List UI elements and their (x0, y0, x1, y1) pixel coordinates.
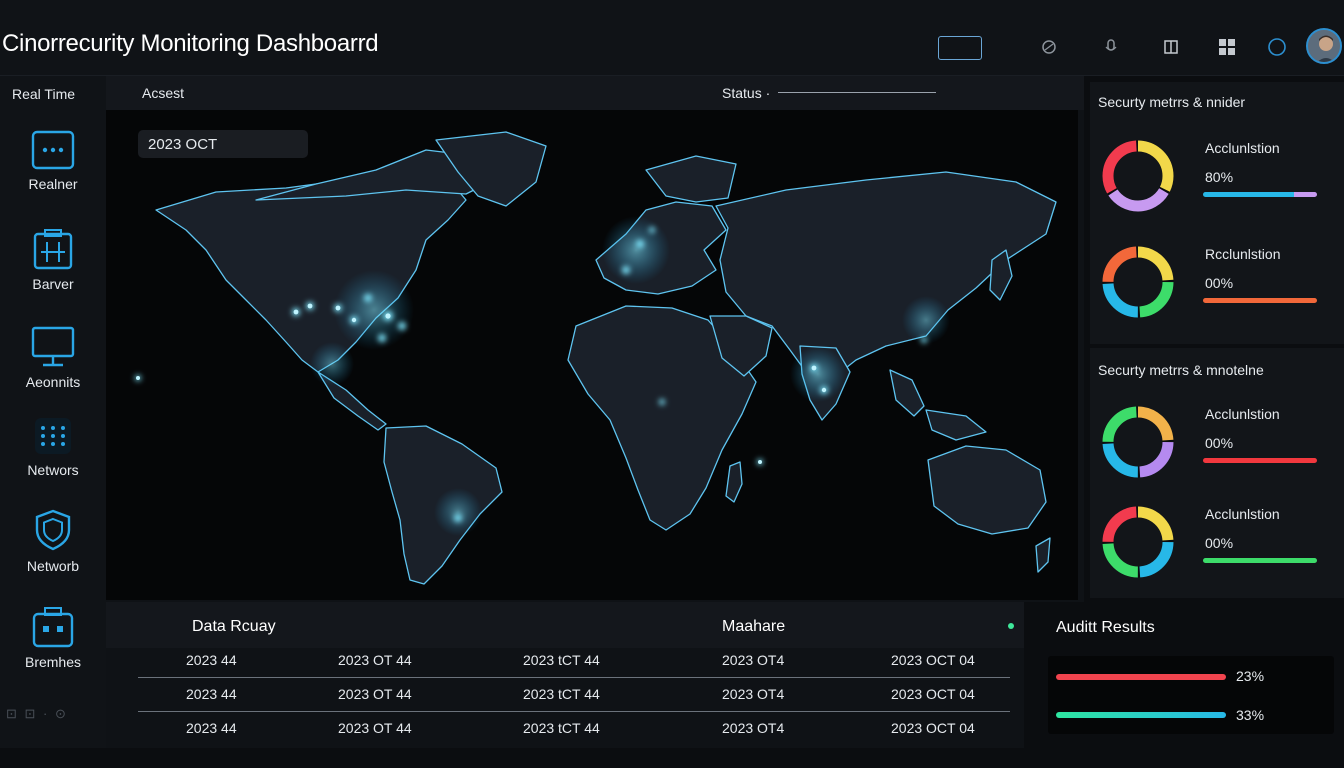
dot-grid-icon (35, 418, 71, 454)
sidebar-item-realner[interactable]: Realner (0, 130, 106, 220)
metric-bar (1203, 192, 1317, 197)
audit-bars: 23% 33% (1048, 656, 1334, 734)
circle-icon[interactable] (1266, 36, 1288, 58)
access-label: Acsest (142, 85, 185, 101)
display-icon (31, 326, 75, 367)
table-cell: 2023 44 (186, 652, 237, 668)
sidebar-item-label: Networb (26, 558, 80, 574)
world-map[interactable]: 2023 OCT (106, 110, 1078, 600)
top-header: Cinorrecurity Monitoring Dashboarrd (0, 0, 1344, 76)
table-cell: 2023 OCT 04 (891, 720, 975, 736)
audit-results-panel: Auditt Results 23% 33% (1024, 602, 1344, 748)
metric-bar (1203, 558, 1317, 563)
metric-value: 00% (1205, 275, 1234, 291)
table-cell: 2023 tCT 44 (523, 652, 600, 668)
server-icon (33, 229, 73, 270)
table-column-title[interactable]: Data Rcuay (192, 618, 276, 636)
grid-icon[interactable] (1216, 36, 1238, 58)
date-filter-chip[interactable]: 2023 OCT (138, 130, 308, 158)
table-row[interactable]: 2023 44 2023 OT 44 2023 tCT 44 2023 OT4 … (138, 678, 1010, 712)
sidebar-item-networs[interactable]: Networs (0, 416, 106, 506)
sidebar-item-networb[interactable]: Networb (0, 508, 106, 598)
section-title: Securty metrrs & nnider (1098, 94, 1246, 110)
donut-chart (1102, 406, 1174, 478)
data-table-panel: Data Rcuay Maahare 2023 44 2023 OT 44 20… (106, 602, 1024, 748)
monitor-dots-icon (31, 130, 75, 170)
table-cell: 2023 tCT 44 (523, 686, 600, 702)
microphone-icon[interactable] (1100, 36, 1122, 58)
table-cell: 2023 OT4 (722, 652, 785, 668)
table-cell: 2023 OT 44 (338, 652, 412, 668)
donut-chart (1102, 506, 1174, 578)
table-cell: 2023 OT4 (722, 720, 785, 736)
metric-label: Acclunlstion (1205, 406, 1280, 422)
table-cell: 2023 OT4 (722, 686, 785, 702)
audit-bar (1056, 712, 1226, 718)
table-cell: 2023 tCT 44 (523, 720, 600, 736)
table-cell: 2023 44 (186, 720, 237, 736)
sidebar-item-barver[interactable]: Barver (0, 228, 106, 318)
table-cell: 2023 OT 44 (338, 720, 412, 736)
sidebar-footer-icons: ⊡ ⊡ · ⊙ (6, 706, 68, 721)
map-header: Acsest Status · (106, 76, 1084, 110)
shield-icon (35, 509, 71, 551)
sidebar-item-label: Barver (32, 276, 74, 292)
sidebar-item-label: Realner (28, 176, 78, 192)
status-label: Status · (722, 85, 771, 101)
sidebar-item-aeonnits[interactable]: Aeonnits (0, 326, 106, 416)
case-icon (32, 607, 74, 648)
metric-value: 80% (1205, 169, 1234, 185)
avatar[interactable] (1306, 28, 1342, 64)
security-metrics-panel: Securty metrrs & nnider Acclunlstion 80%… (1084, 76, 1344, 602)
donut-chart (1102, 140, 1174, 212)
metric-label: Acclunlstion (1205, 506, 1280, 522)
sidebar-item-label: Aeonnits (25, 374, 81, 390)
world-map-panel: Acsest Status · 2023 OCT (106, 76, 1084, 602)
status-indicator-line (778, 92, 936, 93)
audit-value: 23% (1236, 668, 1265, 684)
metric-bar (1203, 298, 1317, 303)
table-header: Data Rcuay Maahare (106, 602, 1024, 648)
metric-card[interactable]: Acclunlstion 80% (1090, 122, 1344, 218)
metric-card[interactable]: Acclunlstion 00% (1090, 388, 1344, 484)
table-row[interactable]: 2023 44 2023 OT 44 2023 tCT 44 2023 OT4 … (138, 712, 1010, 746)
sidebar: Real Time Realner Barver Aeonnits Networ… (0, 76, 106, 768)
sidebar-item-bremhes[interactable]: Bremhes (0, 606, 106, 696)
sidebar-heading: Real Time (12, 86, 76, 102)
header-toggle-button[interactable] (938, 36, 982, 60)
metric-label: Acclunlstion (1205, 140, 1280, 156)
metric-label: Rcclunlstion (1205, 246, 1281, 262)
audit-title: Auditt Results (1056, 619, 1155, 636)
table-cell: 2023 44 (186, 686, 237, 702)
metric-card[interactable]: Rcclunlstion 00% (1090, 228, 1344, 324)
sidebar-item-label: Bremhes (24, 654, 82, 670)
sidebar-item-label: Networs (27, 462, 79, 478)
globe-icon[interactable] (1038, 36, 1060, 58)
table-cell: 2023 OCT 04 (891, 686, 975, 702)
table-column-title[interactable]: Maahare (722, 618, 785, 636)
footer-strip (0, 748, 1344, 768)
app-title: Cinorrecurity Monitoring Dashboarrd (2, 30, 379, 57)
world-map-graphic (135, 131, 1057, 585)
metric-card[interactable]: Acclunlstion 00% (1090, 488, 1344, 584)
metric-value: 00% (1205, 535, 1234, 551)
table-cell: 2023 OCT 04 (891, 652, 975, 668)
audit-bar (1056, 674, 1226, 680)
metric-bar (1203, 458, 1317, 463)
donut-chart (1102, 246, 1174, 318)
metric-value: 00% (1205, 435, 1234, 451)
metrics-section-2: Securty metrrs & mnotelne Acclunlstion 0… (1090, 348, 1344, 598)
columns-icon[interactable] (1160, 36, 1182, 58)
table-row[interactable]: 2023 44 2023 OT 44 2023 tCT 44 2023 OT4 … (138, 644, 1010, 678)
section-title: Securty metrrs & mnotelne (1098, 362, 1264, 378)
live-status-dot (1008, 623, 1014, 629)
metrics-section-1: Securty metrrs & nnider Acclunlstion 80%… (1090, 82, 1344, 344)
audit-value: 33% (1236, 707, 1265, 723)
table-cell: 2023 OT 44 (338, 686, 412, 702)
